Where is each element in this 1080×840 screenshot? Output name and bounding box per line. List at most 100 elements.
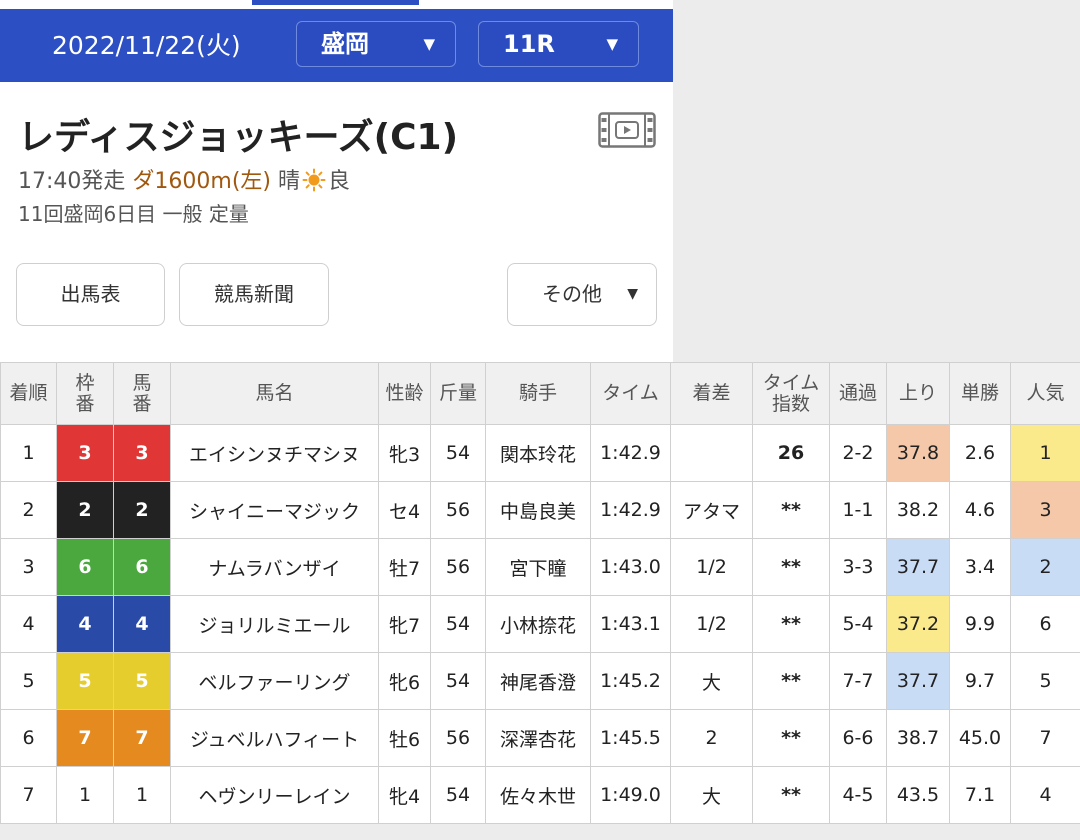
race-date[interactable]: 2022/11/22(火) [52,9,241,82]
margin-cell [670,424,753,482]
triangle-down-icon: ▼ [627,286,638,302]
odds-cell: 45.0 [949,709,1011,767]
odds-cell: 9.9 [949,595,1011,653]
waku-cell: 1 [56,766,114,824]
odds-cell: 9.7 [949,652,1011,710]
time-index-cell: ** [752,766,830,824]
popularity-cell: 6 [1010,595,1080,653]
entries-button[interactable]: 出馬表 [16,263,165,326]
passing-cell: 3-3 [829,538,887,596]
header-horse[interactable]: 馬名 [170,362,379,425]
jockey-link[interactable]: 中島良美 [485,481,591,539]
jockey-link[interactable]: 神尾香澄 [485,652,591,710]
venue-select[interactable]: 盛岡 ▼ [296,21,456,67]
sex-age-cell: 牝6 [378,652,431,710]
sex-age-cell: 牝7 [378,595,431,653]
header-passing[interactable]: 通過 [829,362,887,425]
time-cell: 1:42.9 [590,481,671,539]
margin-cell: 1/2 [670,595,753,653]
umaban-cell: 3 [113,424,171,482]
time-cell: 1:45.5 [590,709,671,767]
sex-age-cell: 牝3 [378,424,431,482]
horse-name-link[interactable]: エイシンヌチマシヌ [170,424,379,482]
margin-cell: 1/2 [670,538,753,596]
table-row: 7 1 1 ヘヴンリーレイン 牝4 54 佐々木世 1:49.0 大 ** 4-5 43.5 7.1 4 [0,766,1080,824]
waku-cell: 5 [56,652,114,710]
video-film-icon[interactable] [598,112,656,148]
header-sex-age[interactable]: 性齢 [378,362,431,425]
results-table: 着順 枠番 馬番 馬名 性齢 斤量 騎手 タイム 着差 タイム 指数 通過 上り … [0,362,1080,824]
horse-name-link[interactable]: ジュベルハフィート [170,709,379,767]
triangle-down-icon: ▼ [423,35,435,53]
venue-select-value: 盛岡 [321,30,369,58]
sex-age-cell: 牡7 [378,538,431,596]
last3f-cell: 43.5 [886,766,950,824]
umaban-cell: 5 [113,652,171,710]
passing-cell: 4-5 [829,766,887,824]
horse-name-link[interactable]: ベルファーリング [170,652,379,710]
waku-cell: 3 [56,424,114,482]
waku-cell: 4 [56,595,114,653]
horse-name-link[interactable]: ナムラバンザイ [170,538,379,596]
header-margin[interactable]: 着差 [670,362,753,425]
header-popularity[interactable]: 人気 [1010,362,1080,425]
table-row: 3 6 6 ナムラバンザイ 牡7 56 宮下瞳 1:43.0 1/2 ** 3-3 37.7 3.4 2 [0,538,1080,596]
race-title: レディスジョッキーズ(C1) [18,117,459,158]
header-rank[interactable]: 着順 [0,362,57,425]
waku-cell: 7 [56,709,114,767]
horse-name-link[interactable]: ジョリルミエール [170,595,379,653]
header-time[interactable]: タイム [590,362,671,425]
table-row: 1 3 3 エイシンヌチマシヌ 牝3 54 関本玲花 1:42.9 26 2-2 37.8 2.6 1 [0,424,1080,482]
active-tab-indicator [252,0,419,5]
rank-cell: 5 [0,652,57,710]
passing-cell: 5-4 [829,595,887,653]
last3f-cell: 37.2 [886,595,950,653]
header-jockey[interactable]: 騎手 [485,362,591,425]
rank-cell: 6 [0,709,57,767]
sex-age-cell: 牝4 [378,766,431,824]
time-index-cell: ** [752,538,830,596]
header-umaban[interactable]: 馬番 [113,362,171,425]
weight-cell: 56 [430,481,486,539]
time-cell: 1:43.0 [590,538,671,596]
time-index-cell: ** [752,481,830,539]
table-row: 5 5 5 ベルファーリング 牝6 54 神尾香澄 1:45.2 大 ** 7-7 37.7 9.7 5 [0,652,1080,710]
race-number-select[interactable]: 11R ▼ [478,21,639,67]
weather-text: 晴 [278,169,301,194]
other-menu-button[interactable]: その他 ▼ [507,263,657,326]
weight-cell: 54 [430,652,486,710]
odds-cell: 2.6 [949,424,1011,482]
last3f-cell: 38.2 [886,481,950,539]
jockey-link[interactable]: 深澤杏花 [485,709,591,767]
jockey-link[interactable]: 宮下瞳 [485,538,591,596]
waku-cell: 2 [56,481,114,539]
table-row: 6 7 7 ジュベルハフィート 牡6 56 深澤杏花 1:45.5 2 ** 6-6 38.7 45.0… [0,709,1080,767]
header-last3f[interactable]: 上り [886,362,950,425]
header-odds[interactable]: 単勝 [949,362,1011,425]
passing-cell: 2-2 [829,424,887,482]
header-weight[interactable]: 斤量 [430,362,486,425]
header-waku[interactable]: 枠番 [56,362,114,425]
race-selector-bar: 2022/11/22(火) 盛岡 ▼ 11R ▼ [0,9,673,82]
rank-cell: 4 [0,595,57,653]
results-body: 1 3 3 エイシンヌチマシヌ 牝3 54 関本玲花 1:42.9 26 2-2 37.8 2.6 1 2… [0,424,1080,824]
newspaper-button[interactable]: 競馬新聞 [179,263,329,326]
last3f-cell: 37.7 [886,538,950,596]
horse-name-link[interactable]: ヘヴンリーレイン [170,766,379,824]
last3f-cell: 38.7 [886,709,950,767]
jockey-link[interactable]: 小林捺花 [485,595,591,653]
horse-name-link[interactable]: シャイニーマジック [170,481,379,539]
weight-cell: 56 [430,709,486,767]
jockey-link[interactable]: 佐々木世 [485,766,591,824]
waku-cell: 6 [56,538,114,596]
course-info: ダ1600m(左) [132,169,271,194]
rank-cell: 7 [0,766,57,824]
race-conditions: 17:40発走 ダ1600m(左) 晴 良 [18,163,350,195]
table-header-row: 着順 枠番 馬番 馬名 性齢 斤量 騎手 タイム 着差 タイム 指数 通過 上り … [0,362,1080,425]
header-time-index[interactable]: タイム 指数 [752,362,830,425]
jockey-link[interactable]: 関本玲花 [485,424,591,482]
popularity-cell: 4 [1010,766,1080,824]
weight-cell: 54 [430,424,486,482]
umaban-cell: 7 [113,709,171,767]
weight-cell: 54 [430,766,486,824]
